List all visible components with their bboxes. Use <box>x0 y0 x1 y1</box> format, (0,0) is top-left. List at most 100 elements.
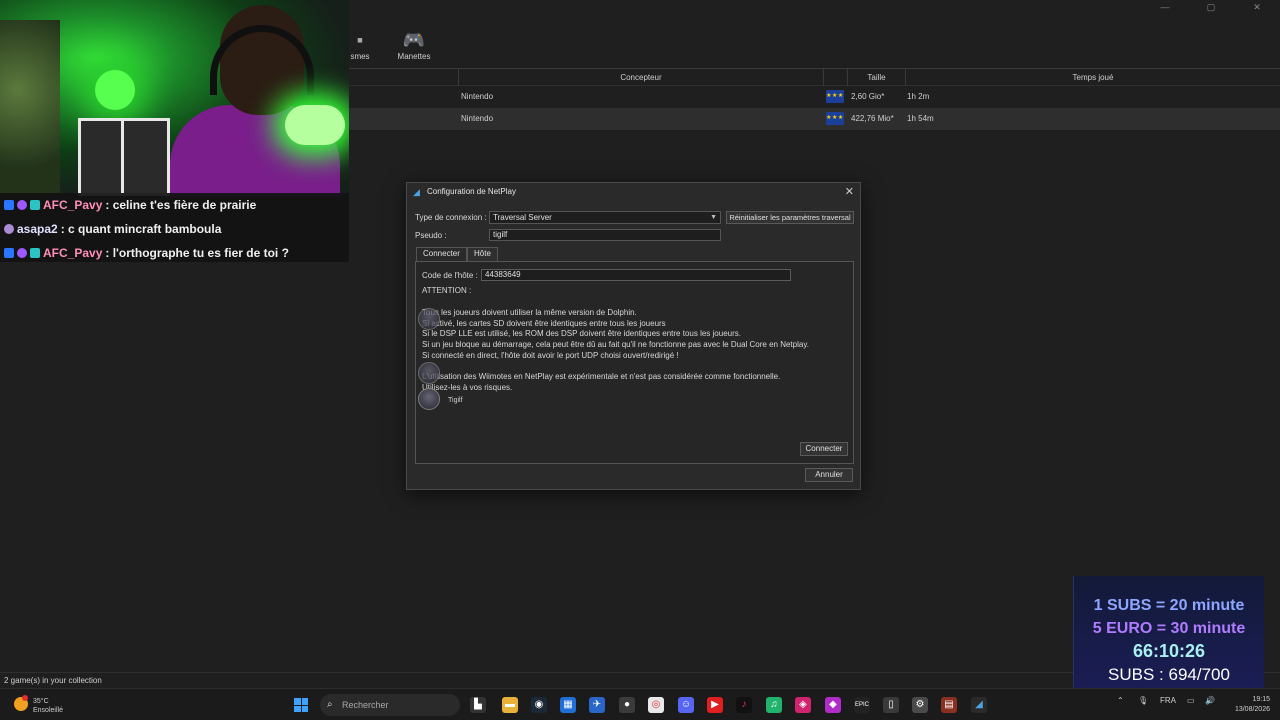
chrome-icon[interactable]: ◎ <box>648 697 664 713</box>
store-icon[interactable]: ▦ <box>560 697 576 713</box>
clock-date: 13/08/2026 <box>1234 706 1270 713</box>
screen: — ▢ ✕ ▪ smes 🎮 Manettes Concepteur Taill… <box>0 0 1280 720</box>
badge-icon <box>30 248 40 258</box>
note-line: L'utilisation des Wiimotes en NetPlay es… <box>422 372 781 382</box>
chat-username: AFC_Pavy <box>43 246 103 260</box>
network-icon[interactable]: ▭ <box>1187 696 1195 705</box>
game-size: 422,76 Mio* <box>851 114 894 123</box>
chat-text: : c quant mincraft bamboula <box>60 222 222 236</box>
taskbar: 35°C Ensoleillé ⌕ Rechercher ▙ ▬ ◉ ▦ ✈ ●… <box>0 688 1280 720</box>
euro-rate: 5 EURO = 30 minute <box>1092 620 1246 637</box>
badge-icon <box>4 248 14 258</box>
minimize-button[interactable]: — <box>1142 0 1188 14</box>
tray-overflow-icon[interactable]: ⌃ <box>1117 696 1124 705</box>
warning-notes: Tous les joueurs doivent utiliser la mêm… <box>422 308 809 394</box>
neon-sign <box>285 105 345 145</box>
column-playtime[interactable]: Temps joué <box>905 69 1280 86</box>
tab-host[interactable]: Hôte <box>467 247 498 261</box>
youtube-icon[interactable]: ▶ <box>707 697 723 713</box>
app-icon[interactable]: ◆ <box>825 697 841 713</box>
game-size: 2,60 Gio* <box>851 92 885 101</box>
obs-icon[interactable]: ● <box>619 697 635 713</box>
steam-icon[interactable]: ◉ <box>531 697 547 713</box>
game-playtime: 1h 2m <box>907 92 930 101</box>
volume-icon[interactable]: 🔊 <box>1205 696 1215 705</box>
game-playtime: 1h 54m <box>907 114 934 123</box>
dialog-title: Configuration de NetPlay <box>427 187 516 196</box>
column-developer[interactable]: Concepteur <box>458 69 823 86</box>
epic-games-icon[interactable]: EPIC <box>854 697 870 713</box>
badge-icon <box>17 248 27 258</box>
green-lamp <box>95 70 135 110</box>
chat-message: asapa2 : c quant mincraft bamboula <box>0 217 349 241</box>
nickname-field[interactable]: tigilf <box>489 229 721 241</box>
discord-icon[interactable]: ☺ <box>678 697 694 713</box>
chat-text: : l'orthographe tu es fier de toi ? <box>105 246 289 260</box>
bookshelf <box>78 118 170 196</box>
close-window-button[interactable]: ✕ <box>1234 0 1280 14</box>
note-line: Si le DSP LLE est utilisé, les ROM des D… <box>422 329 741 339</box>
taskbar-search[interactable]: ⌕ Rechercher <box>320 694 460 716</box>
reset-traversal-button[interactable]: Réinitialiser les paramètres traversal <box>726 211 854 224</box>
host-code-label: Code de l'hôte : <box>422 271 478 280</box>
close-icon[interactable]: ✕ <box>845 183 854 201</box>
weather-widget[interactable]: 35°C Ensoleillé <box>14 694 74 716</box>
note-line: Si activé, les cartes SD doivent être id… <box>422 318 666 328</box>
column-size[interactable]: Taille <box>847 69 905 86</box>
chat-username: asapa2 <box>17 222 58 236</box>
webcam-overlay <box>0 0 349 197</box>
host-code-field[interactable]: 44383649 <box>481 269 791 281</box>
language-indicator[interactable]: FRA <box>1160 696 1176 705</box>
game-developer: Nintendo <box>461 92 494 101</box>
chevron-down-icon: ▼ <box>710 214 717 221</box>
chat-username: AFC_Pavy <box>43 198 103 212</box>
column-region[interactable] <box>823 69 847 86</box>
audio-app-icon[interactable]: ♫ <box>766 697 782 713</box>
connection-type-value: Traversal Server <box>493 213 552 222</box>
dolphin-icon: ◢ <box>413 187 420 197</box>
eu-flag-icon: ★★★ <box>826 90 844 103</box>
badge-icon <box>4 224 14 234</box>
search-placeholder: Rechercher <box>342 700 389 710</box>
maximize-button[interactable]: ▢ <box>1188 0 1234 14</box>
overlay-username: Tigilf <box>448 397 463 404</box>
connect-button[interactable]: Connecter <box>800 442 848 456</box>
instagram-icon[interactable]: ◈ <box>795 697 811 713</box>
tab-connect[interactable]: Connecter <box>416 247 467 262</box>
connect-panel: Code de l'hôte : 44383649 ATTENTION : To… <box>415 261 854 464</box>
chat-text: : celine t'es fière de prairie <box>105 198 257 212</box>
clock[interactable]: 19:15 13/08/2026 <box>1222 695 1270 715</box>
gamepad-icon: 🎮 <box>402 30 426 50</box>
badge-icon <box>30 200 40 210</box>
connection-type-label: Type de connexion : <box>415 213 487 222</box>
task-view-icon[interactable]: ▙ <box>470 697 486 713</box>
badge-icon <box>17 200 27 210</box>
microphone-icon[interactable]: 🎙 <box>1138 696 1148 705</box>
weather-text: Ensoleillé <box>33 707 63 714</box>
eu-flag-icon: ★★★ <box>826 112 844 125</box>
dialog-titlebar: ◢ Configuration de NetPlay ✕ <box>407 183 860 201</box>
game-developer: Nintendo <box>461 114 494 123</box>
plant-decor <box>0 20 60 195</box>
app-icon[interactable]: ✈ <box>589 697 605 713</box>
user-avatar <box>418 308 440 330</box>
settings-gear-icon[interactable]: ⚙ <box>912 697 928 713</box>
cancel-button[interactable]: Annuler <box>805 468 853 482</box>
search-icon: ⌕ <box>327 699 333 710</box>
note-line: Si un jeu bloque au démarrage, cela peut… <box>422 340 809 350</box>
notification-dot-icon <box>22 695 28 701</box>
file-explorer-icon[interactable]: ▬ <box>502 697 518 713</box>
windows-start-icon[interactable] <box>294 698 308 712</box>
dolphin-taskbar-icon[interactable]: ◢ <box>971 697 987 713</box>
controllers-toolbar-label: Manettes <box>397 52 431 61</box>
window-controls: — ▢ ✕ <box>1142 0 1280 14</box>
controllers-toolbar-button[interactable]: 🎮 Manettes <box>394 28 434 61</box>
graphics-toolbar-label: smes <box>350 52 370 61</box>
document-icon[interactable]: ▯ <box>883 697 899 713</box>
winrar-icon[interactable]: ▤ <box>941 697 957 713</box>
connection-type-select[interactable]: Traversal Server ▼ <box>489 211 721 224</box>
clock-time: 19:15 <box>1252 696 1270 703</box>
netplay-dialog: ◢ Configuration de NetPlay ✕ Type de con… <box>406 182 861 490</box>
tiktok-icon[interactable]: ♪ <box>736 697 752 713</box>
badge-icon <box>4 200 14 210</box>
